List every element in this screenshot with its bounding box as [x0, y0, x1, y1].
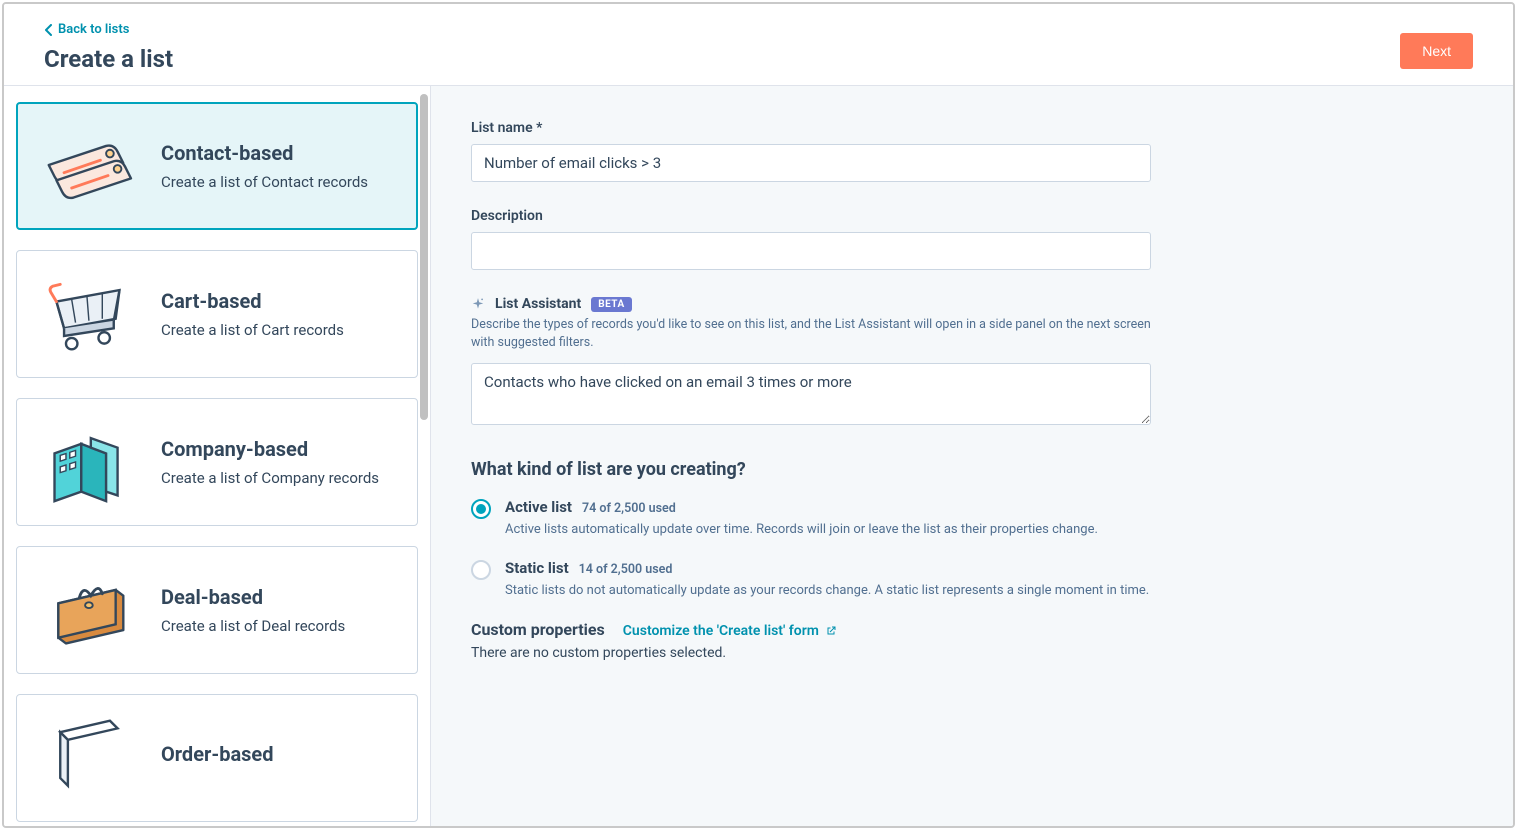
list-type-card-contact[interactable]: Contact-based Create a list of Contact r… [16, 102, 418, 230]
card-desc: Create a list of Cart records [161, 321, 395, 339]
card-desc: Create a list of Contact records [161, 173, 395, 191]
card-desc: Create a list of Company records [161, 469, 395, 487]
body-row: Contact-based Create a list of Contact r… [4, 86, 1513, 826]
scrollbar-thumb[interactable] [420, 94, 428, 420]
sidebar-scrollbar[interactable] [420, 94, 428, 818]
company-icon [39, 417, 135, 507]
radio-title-row: Active list 74 of 2,500 used [505, 498, 1151, 516]
radio-label: Static list [505, 559, 569, 577]
contact-icon [39, 121, 135, 211]
card-text: Company-based Create a list of Company r… [161, 437, 395, 487]
list-assistant-header: List Assistant BETA [471, 296, 1151, 312]
external-link-icon [825, 625, 837, 637]
order-icon [39, 713, 135, 803]
sidebar-inner: Contact-based Create a list of Contact r… [4, 86, 430, 826]
radio-desc: Active lists automatically update over t… [505, 522, 1151, 537]
radio-body: Active list 74 of 2,500 used Active list… [505, 498, 1151, 537]
app-frame: Back to lists Create a list Next [2, 2, 1515, 828]
list-type-card-deal[interactable]: Deal-based Create a list of Deal records [16, 546, 418, 674]
custom-properties-note: There are no custom properties selected. [471, 645, 1151, 661]
custom-properties-heading: Custom properties [471, 620, 605, 639]
card-title: Contact-based [161, 141, 395, 165]
radio-active-input[interactable] [471, 499, 491, 519]
list-name-input[interactable] [471, 144, 1151, 182]
card-title: Company-based [161, 437, 395, 461]
description-input[interactable] [471, 232, 1151, 270]
card-title: Cart-based [161, 289, 395, 313]
radio-static-input[interactable] [471, 560, 491, 580]
radio-title-row: Static list 14 of 2,500 used [505, 559, 1151, 577]
list-type-sidebar: Contact-based Create a list of Contact r… [4, 86, 431, 826]
list-type-card-cart[interactable]: Cart-based Create a list of Cart records [16, 250, 418, 378]
radio-static-list[interactable]: Static list 14 of 2,500 used Static list… [471, 559, 1151, 598]
card-text: Deal-based Create a list of Deal records [161, 585, 395, 635]
card-title: Order-based [161, 742, 395, 766]
radio-label: Active list [505, 498, 572, 516]
radio-desc: Static lists do not automatically update… [505, 583, 1151, 598]
list-type-card-order[interactable]: Order-based [16, 694, 418, 822]
custom-properties-row: Custom properties Customize the 'Create … [471, 620, 1151, 639]
card-title: Deal-based [161, 585, 395, 609]
card-text: Order-based [161, 742, 395, 774]
list-type-card-company[interactable]: Company-based Create a list of Company r… [16, 398, 418, 526]
description-label: Description [471, 208, 1151, 224]
list-kind-heading: What kind of list are you creating? [471, 459, 1151, 480]
customize-create-list-form-link[interactable]: Customize the 'Create list' form [623, 623, 837, 639]
card-text: Contact-based Create a list of Contact r… [161, 141, 395, 191]
assistant-title: List Assistant [495, 296, 581, 312]
list-assistant-input[interactable] [471, 363, 1151, 425]
card-desc: Create a list of Deal records [161, 617, 395, 635]
form-section: List name * Description List Assistant B… [471, 120, 1151, 661]
cart-icon [39, 269, 135, 359]
radio-active-list[interactable]: Active list 74 of 2,500 used Active list… [471, 498, 1151, 537]
radio-body: Static list 14 of 2,500 used Static list… [505, 559, 1151, 598]
back-link-label: Back to lists [58, 22, 129, 37]
assistant-description: Describe the types of records you'd like… [471, 316, 1151, 351]
main-form-area: List name * Description List Assistant B… [431, 86, 1513, 826]
custom-link-label: Customize the 'Create list' form [623, 623, 819, 639]
header-left: Back to lists Create a list [44, 22, 173, 73]
page-title: Create a list [44, 45, 173, 73]
back-to-lists-link[interactable]: Back to lists [44, 22, 129, 37]
beta-badge: BETA [591, 297, 632, 312]
card-text: Cart-based Create a list of Cart records [161, 289, 395, 339]
chevron-left-icon [44, 24, 52, 36]
radio-usage-count: 74 of 2,500 used [582, 501, 676, 516]
list-name-label: List name * [471, 120, 1151, 136]
deal-icon [39, 565, 135, 655]
next-button[interactable]: Next [1400, 33, 1473, 69]
page-header: Back to lists Create a list Next [4, 4, 1513, 86]
sparkle-icon [471, 297, 485, 311]
radio-usage-count: 14 of 2,500 used [579, 562, 673, 577]
